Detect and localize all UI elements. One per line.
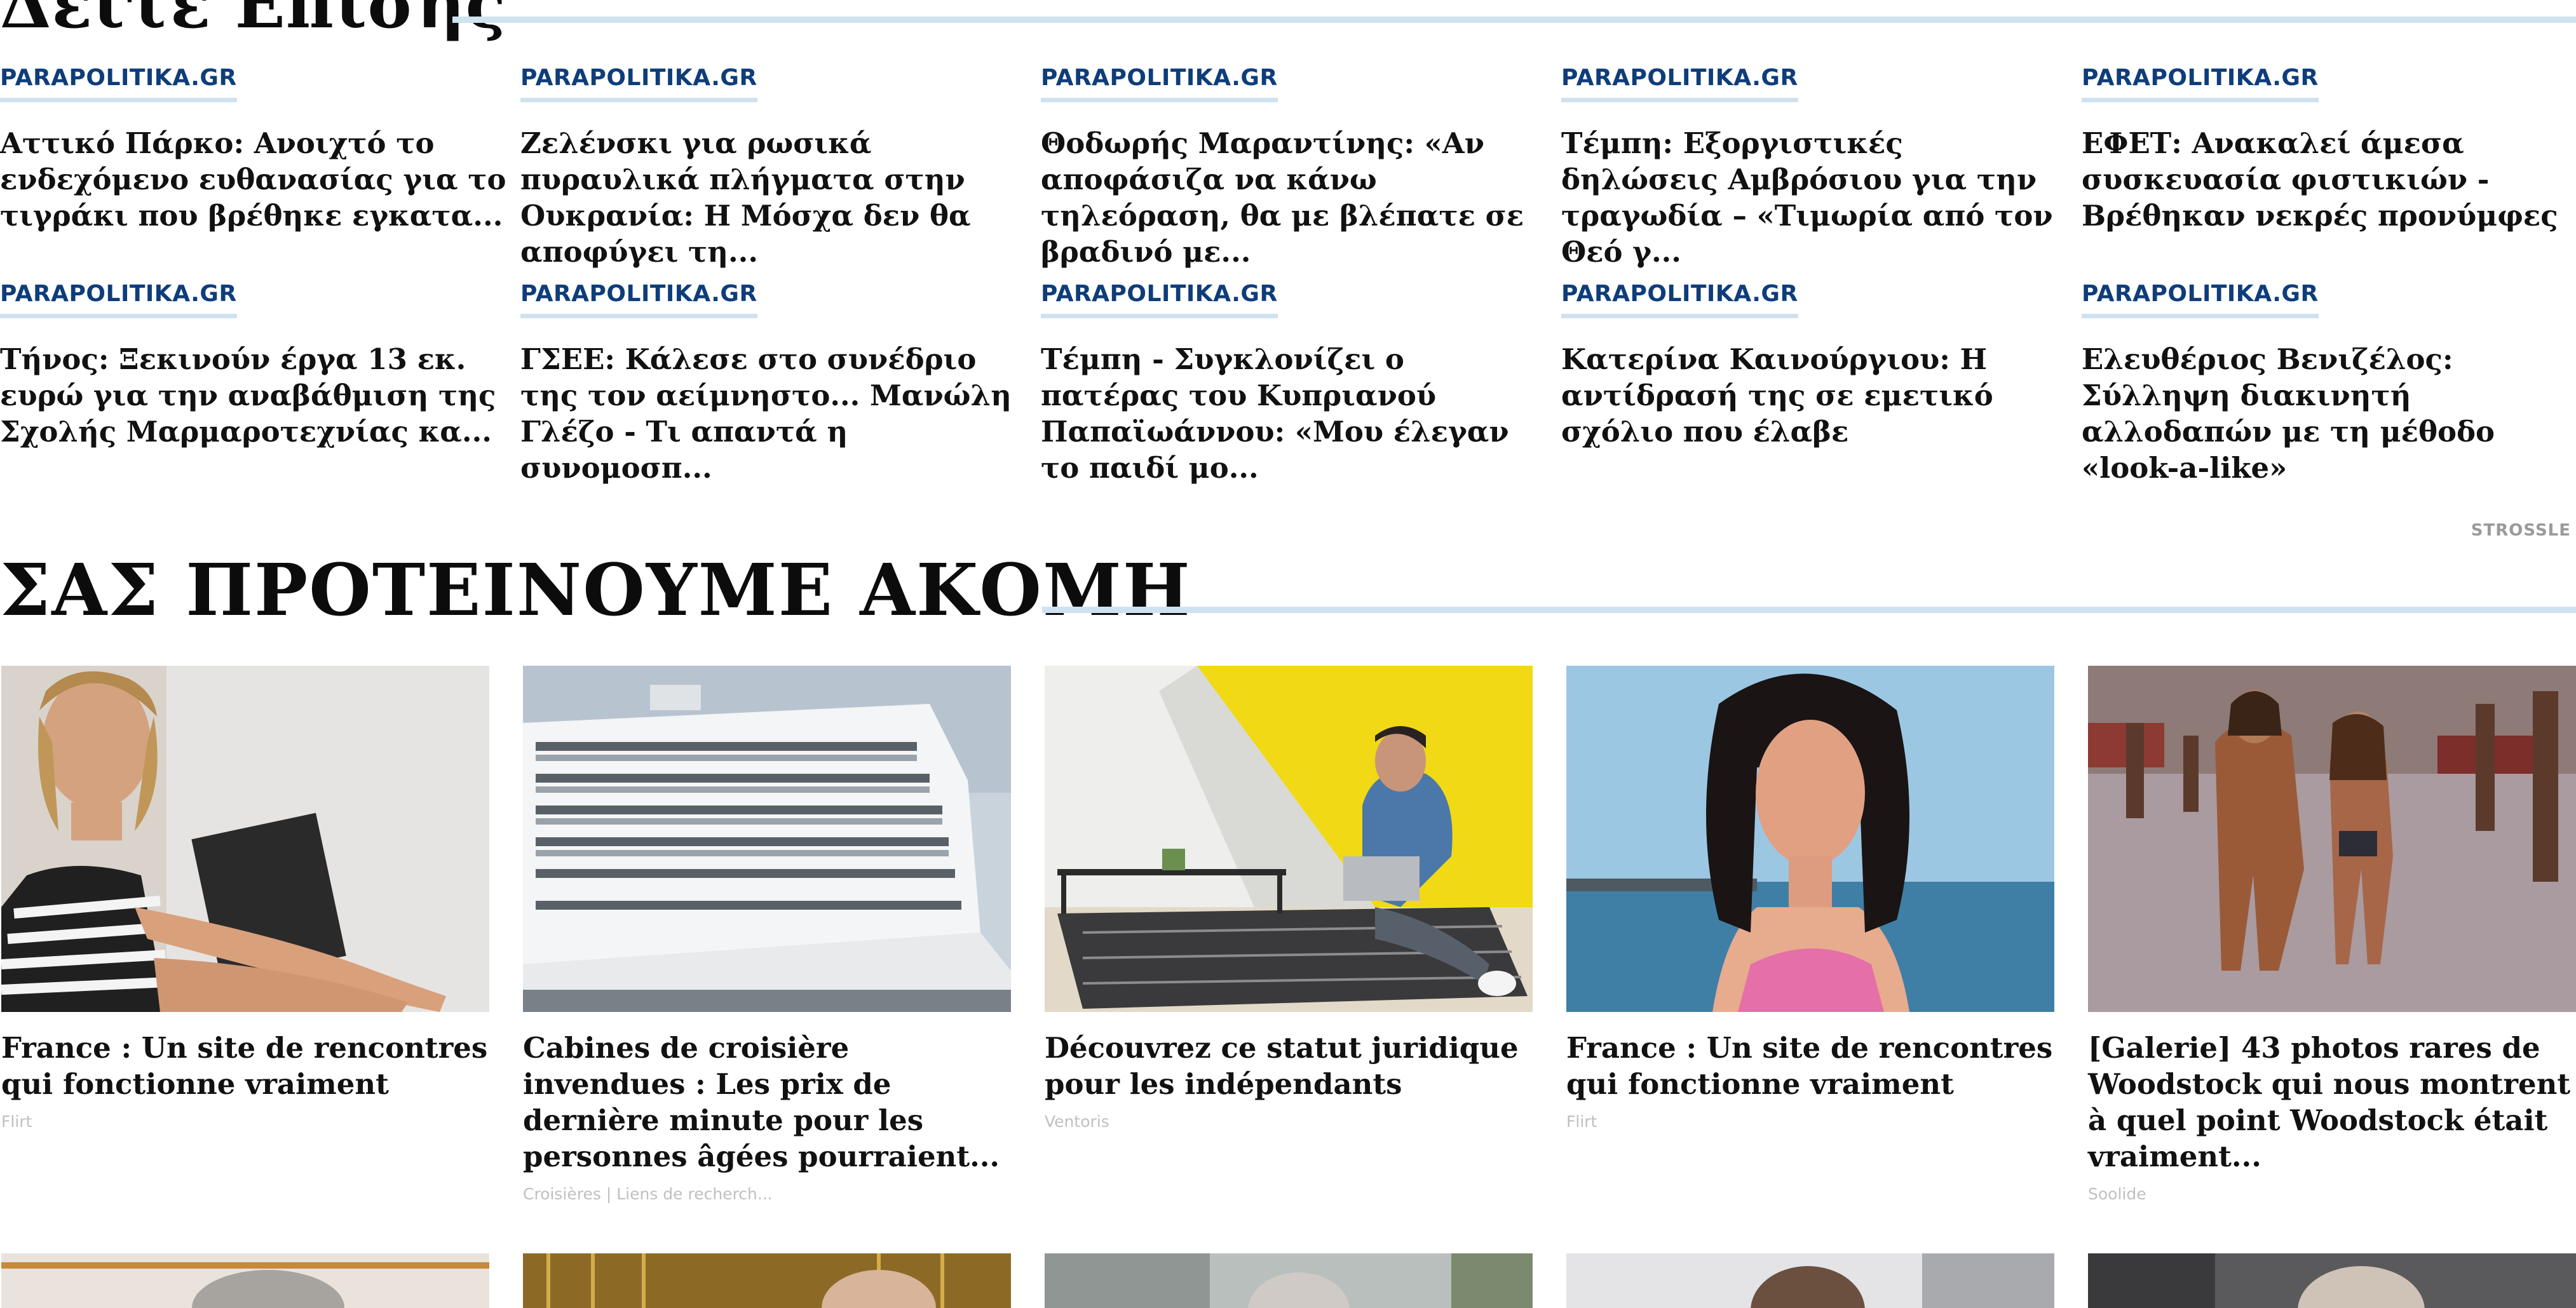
source-label[interactable]: PARAPOLITIKA.GR — [1041, 64, 1278, 102]
source-label[interactable]: PARAPOLITIKA.GR — [0, 280, 237, 318]
article-title[interactable]: Ελευθέριος Βενιζέλος: Σύλληψη διακινητή … — [2082, 341, 2576, 486]
see-also-link[interactable]: PARAPOLITIKA.GR Τέμπη - Συγκλονίζει ο πα… — [1041, 280, 1549, 485]
recommended-card[interactable]: [Galerie] 43 photos rares de Woodstock q… — [2088, 666, 2576, 1204]
article-title[interactable]: ΓΣΕΕ: Κάλεσε στο συνέδριο της τον αείμνη… — [520, 341, 1029, 486]
source-label[interactable]: PARAPOLITIKA.GR — [2082, 64, 2319, 102]
card-title[interactable]: France : Un site de rencontres qui fonct… — [1566, 1030, 2054, 1102]
card-title[interactable]: Découvrez ce statut juridique pour les i… — [1045, 1030, 1533, 1102]
cruise-ship-photo[interactable] — [523, 666, 1011, 1012]
sponsor-label[interactable]: STROSSLE — [2471, 521, 2571, 540]
see-also-link[interactable]: PARAPOLITIKA.GR Αττικό Πάρκο: Ανοιχτό το… — [0, 64, 508, 254]
woman-portrait-photo[interactable] — [1566, 666, 2054, 1012]
card-title[interactable]: France : Un site de rencontres qui fonct… — [1, 1030, 489, 1102]
woman-seated-photo[interactable] — [1, 666, 489, 1012]
recommend-divider — [1042, 607, 2576, 613]
see-also-link[interactable]: PARAPOLITIKA.GR Θοδωρής Μαραντίνης: «Αν … — [1041, 64, 1549, 269]
next-card-photo[interactable] — [1, 1253, 489, 1308]
article-title[interactable]: Ζελένσκι για ρωσικά πυραυλικά πλήγματα σ… — [520, 125, 1029, 270]
next-card-photo[interactable] — [1045, 1253, 1533, 1308]
card-source: Flirt — [1566, 1112, 1597, 1131]
card-source: Ventoris — [1045, 1112, 1109, 1131]
card-source: Soolide — [2088, 1185, 2146, 1203]
source-label[interactable]: PARAPOLITIKA.GR — [0, 64, 237, 102]
source-label[interactable]: PARAPOLITIKA.GR — [1041, 280, 1278, 318]
recommended-card[interactable]: France : Un site de rencontres qui fonct… — [1566, 666, 2054, 1131]
article-title[interactable]: Τέμπη: Εξοργιστικές δηλώσεις Αμβρόσιου γ… — [1561, 125, 2070, 270]
recommended-card[interactable]: Découvrez ce statut juridique pour les i… — [1045, 666, 1533, 1131]
see-also-link[interactable]: PARAPOLITIKA.GR ΓΣΕΕ: Κάλεσε στο συνέδρι… — [520, 280, 1029, 485]
source-label[interactable]: PARAPOLITIKA.GR — [1561, 280, 1798, 318]
see-also-link[interactable]: PARAPOLITIKA.GR ΕΦΕΤ: Ανακαλεί άμεσα συσ… — [2082, 64, 2576, 254]
card-source: Croisières | Liens de recherch... — [523, 1185, 773, 1203]
source-label[interactable]: PARAPOLITIKA.GR — [1561, 64, 1798, 102]
man-laptop-photo[interactable] — [1045, 666, 1533, 1012]
article-title[interactable]: Κατερίνα Καινούργιου: Η αντίδρασή της σε… — [1561, 341, 2070, 450]
next-card-photo[interactable] — [2088, 1253, 2576, 1308]
recommended-card[interactable]: Cabines de croisière invendues : Les pri… — [523, 666, 1011, 1204]
source-label[interactable]: PARAPOLITIKA.GR — [520, 280, 757, 318]
next-card-photo[interactable] — [523, 1253, 1011, 1308]
article-title[interactable]: Αττικό Πάρκο: Ανοιχτό το ενδεχόμενο ευθα… — [0, 125, 508, 234]
article-title[interactable]: Τέμπη - Συγκλονίζει ο πατέρας του Κυπρια… — [1041, 341, 1549, 486]
source-label[interactable]: PARAPOLITIKA.GR — [2082, 280, 2319, 318]
see-also-heading: Δείτε Επίσης — [0, 0, 506, 43]
article-title[interactable]: ΕΦΕΤ: Ανακαλεί άμεσα συσκευασία φιστικιώ… — [2082, 125, 2576, 234]
see-also-divider — [452, 17, 2576, 23]
recommended-card[interactable]: France : Un site de rencontres qui fonct… — [1, 666, 489, 1131]
next-card-photo[interactable] — [1566, 1253, 2054, 1308]
article-title[interactable]: Τήνος: Ξεκινούν έργα 13 εκ. ευρώ για την… — [0, 341, 508, 450]
article-title[interactable]: Θοδωρής Μαραντίνης: «Αν αποφάσιζα να κάν… — [1041, 125, 1549, 270]
see-also-link[interactable]: PARAPOLITIKA.GR Ελευθέριος Βενιζέλος: Σύ… — [2082, 280, 2576, 485]
see-also-link[interactable]: PARAPOLITIKA.GR Ζελένσκι για ρωσικά πυρα… — [520, 64, 1029, 269]
woodstock-crowd-photo[interactable] — [2088, 666, 2576, 1012]
recommend-heading: ΣΑΣ ΠΡΟΤΕΙΝΟΥΜΕ ΑΚΟΜΗ — [0, 549, 1191, 632]
card-title[interactable]: [Galerie] 43 photos rares de Woodstock q… — [2088, 1030, 2576, 1175]
card-title[interactable]: Cabines de croisière invendues : Les pri… — [523, 1030, 1011, 1175]
see-also-link[interactable]: PARAPOLITIKA.GR Κατερίνα Καινούργιου: Η … — [1561, 280, 2070, 470]
source-label[interactable]: PARAPOLITIKA.GR — [520, 64, 757, 102]
see-also-link[interactable]: PARAPOLITIKA.GR Τέμπη: Εξοργιστικές δηλώ… — [1561, 64, 2070, 269]
see-also-link[interactable]: PARAPOLITIKA.GR Τήνος: Ξεκινούν έργα 13 … — [0, 280, 508, 470]
card-source: Flirt — [1, 1112, 32, 1131]
